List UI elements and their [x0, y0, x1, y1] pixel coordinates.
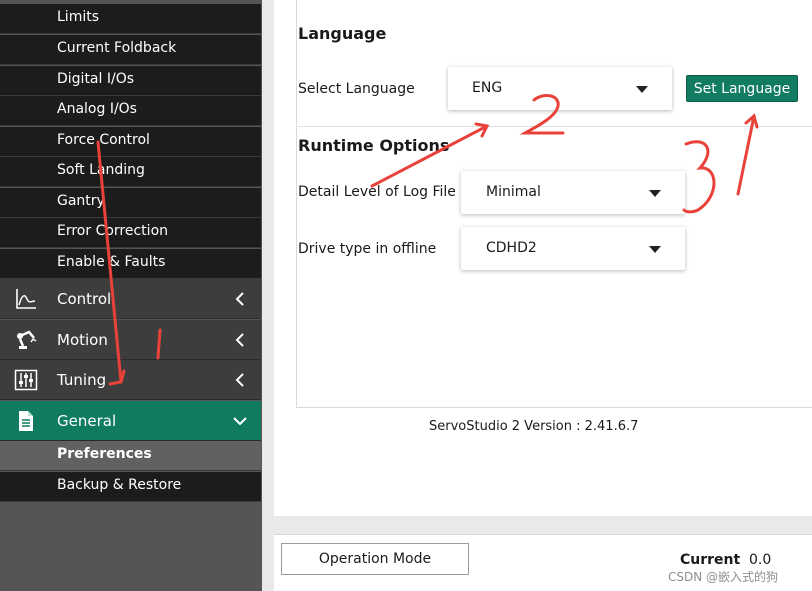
language-dropdown-value: ENG — [472, 80, 503, 96]
log-level-dropdown[interactable]: Minimal — [461, 171, 685, 214]
sidebar-item-preferences[interactable]: Preferences — [0, 441, 261, 471]
sidebar-item-label: Analog I/Os — [57, 101, 137, 117]
caret-down-icon — [636, 86, 648, 93]
current-value: 0.0 — [749, 552, 772, 568]
sidebar-item-label: Backup & Restore — [57, 477, 182, 493]
sidebar-item-digital-ios[interactable]: Digital I/Os — [0, 66, 261, 96]
sidebar-item-error-correction[interactable]: Error Correction — [0, 218, 261, 248]
sidebar-item-gantry[interactable]: Gantry — [0, 188, 261, 218]
language-dropdown[interactable]: ENG — [448, 67, 672, 110]
robot-arm-icon — [17, 330, 37, 349]
chevron-left-icon — [235, 333, 244, 347]
sidebar-item-label: Gantry — [57, 193, 105, 209]
runtime-options-title: Runtime Options — [298, 136, 450, 155]
document-icon — [19, 411, 33, 431]
version-text: ServoStudio 2 Version : 2.41.6.7 — [429, 419, 639, 434]
sidebar-item-label: Error Correction — [57, 223, 169, 239]
sidebar-item-label: Digital I/Os — [57, 71, 135, 87]
sidebar-item-analog-ios[interactable]: Analog I/Os — [0, 96, 261, 126]
nav-label: General — [57, 412, 117, 430]
sidebar-item-label: Current Foldback — [57, 40, 177, 56]
sliders-icon — [14, 369, 38, 391]
set-language-button[interactable]: Set Language — [686, 75, 798, 102]
sidebar-nav-tuning[interactable]: Tuning — [0, 360, 261, 400]
drive-type-value: CDHD2 — [486, 240, 537, 256]
sidebar-nav-motion[interactable]: Motion — [0, 320, 261, 360]
chevron-left-icon — [235, 373, 244, 387]
chevron-down-icon — [233, 417, 247, 426]
sidebar-nav-general[interactable]: General — [0, 401, 261, 441]
select-language-label: Select Language — [298, 81, 415, 97]
sidebar-item-soft-landing[interactable]: Soft Landing — [0, 157, 261, 187]
preferences-panel: Language Select Language ENG Set Languag… — [274, 0, 812, 516]
chart-icon — [16, 289, 36, 309]
watermark: CSDN @嵌入式的狗 — [668, 570, 779, 584]
log-level-value: Minimal — [486, 184, 541, 200]
drive-type-label: Drive type in offline — [298, 241, 437, 257]
sidebar-nav-control[interactable]: Control — [0, 279, 261, 319]
sidebar: Limits Current Foldback Digital I/Os Ana… — [0, 0, 262, 591]
sidebar-item-enable-faults[interactable]: Enable & Faults — [0, 249, 261, 279]
chevron-left-icon — [235, 292, 244, 306]
nav-label: Motion — [57, 331, 108, 349]
sidebar-item-label: Force Control — [57, 132, 150, 148]
operation-mode-button[interactable]: Operation Mode — [281, 543, 469, 575]
caret-down-icon — [649, 246, 661, 253]
sidebar-item-label: Limits — [57, 9, 99, 25]
section-divider — [296, 126, 812, 127]
sidebar-item-force-control[interactable]: Force Control — [0, 127, 261, 157]
sidebar-item-backup-restore[interactable]: Backup & Restore — [0, 472, 261, 502]
sidebar-item-current-foldback[interactable]: Current Foldback — [0, 35, 261, 65]
sidebar-item-label: Soft Landing — [57, 162, 145, 178]
log-level-label: Detail Level of Log File — [298, 184, 456, 200]
status-bar: Operation Mode Current 0.0 CSDN @嵌入式的狗 — [274, 534, 812, 591]
drive-type-dropdown[interactable]: CDHD2 — [461, 227, 685, 270]
sidebar-item-label: Preferences — [57, 446, 152, 462]
current-label: Current — [680, 552, 741, 568]
nav-label: Control — [57, 290, 112, 308]
caret-down-icon — [649, 190, 661, 197]
nav-label: Tuning — [57, 371, 107, 389]
sidebar-item-limits[interactable]: Limits — [0, 4, 261, 34]
language-section-title: Language — [298, 24, 387, 43]
sidebar-item-label: Enable & Faults — [57, 254, 166, 270]
